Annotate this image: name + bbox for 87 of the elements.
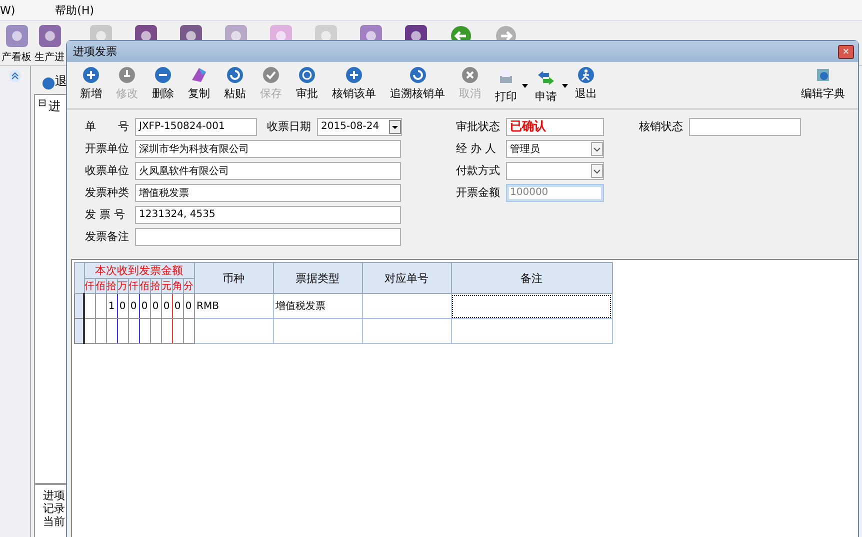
tree-item[interactable]: 进 xyxy=(48,98,60,115)
input-field[interactable]: 火凤凰软件有限公司 xyxy=(135,162,401,180)
toolbar-button[interactable]: 退出 xyxy=(568,64,604,108)
input-field[interactable]: 1231324, 4535 xyxy=(135,206,401,224)
field-label: 开票单位 xyxy=(85,141,130,156)
digit-cell: 0 xyxy=(128,294,139,318)
row-header[interactable] xyxy=(74,318,84,344)
digit-cell: 0 xyxy=(150,294,161,318)
table-cell: 增值税发票 xyxy=(273,294,362,318)
menu-item[interactable]: 帮助(H) xyxy=(55,2,94,18)
digit-cell: 0 xyxy=(183,294,194,318)
status-field[interactable]: 已确认 xyxy=(506,118,604,136)
toolbar-button[interactable]: 核销该单 xyxy=(325,64,383,108)
digit-cell: 0 xyxy=(117,294,128,318)
digit-cell: 0 xyxy=(139,294,150,318)
dropdown-icon[interactable] xyxy=(389,120,401,134)
field-label: 发 票 号 xyxy=(85,207,126,222)
toolbar-button[interactable]: 打印 xyxy=(488,66,524,106)
paper-icon xyxy=(190,66,208,84)
input-field[interactable] xyxy=(135,228,401,246)
input-field[interactable] xyxy=(689,118,801,136)
field-label: 发票种类 xyxy=(85,185,130,200)
field-label: 收票单位 xyxy=(85,163,130,178)
plus-icon xyxy=(82,66,100,84)
expander-icon[interactable]: ⊟ xyxy=(38,98,46,109)
app-icon[interactable] xyxy=(180,25,202,41)
toolbar-button[interactable]: 复制 xyxy=(181,64,217,108)
digit-cell: 0 xyxy=(172,294,183,318)
column-header[interactable]: 对应单号 xyxy=(362,262,451,294)
toolbar-label[interactable]: 生产进 xyxy=(34,50,64,64)
column-header[interactable]: 票据类型 xyxy=(273,262,362,294)
menu-item[interactable]: W) xyxy=(0,4,16,16)
toolbar-button[interactable]: 编辑字典 xyxy=(794,64,852,108)
amount-field[interactable]: 100000 xyxy=(506,184,604,202)
digit-cell: 1 xyxy=(106,294,117,318)
toolbar-button[interactable]: 申请 xyxy=(528,66,564,106)
collapse-icon[interactable] xyxy=(9,70,21,82)
select-field[interactable] xyxy=(506,162,604,180)
digit-cell: 0 xyxy=(161,294,172,318)
column-header: 本次收到发票金额 xyxy=(84,262,194,278)
app-icon[interactable] xyxy=(90,25,112,41)
caret-icon[interactable] xyxy=(562,84,568,88)
column-header[interactable]: 备注 xyxy=(451,262,612,294)
caret-icon[interactable] xyxy=(522,84,528,88)
target-icon xyxy=(298,66,316,84)
info-text: 当前 xyxy=(43,515,66,528)
info-text: 进项 xyxy=(43,489,66,502)
toolbar-button[interactable]: 追溯核销单 xyxy=(383,64,452,108)
column-header[interactable]: 币种 xyxy=(194,262,273,294)
row-header[interactable] xyxy=(74,294,84,318)
input-field[interactable]: JXFP-150824-001 xyxy=(135,118,257,136)
app-icon[interactable] xyxy=(38,25,60,47)
app-icon[interactable] xyxy=(404,25,426,41)
toolbar-button[interactable]: 删除 xyxy=(145,64,181,108)
close-button[interactable]: × xyxy=(838,44,854,58)
input-field[interactable]: 增值税发票 xyxy=(135,184,401,202)
date-field[interactable]: 2015-08-24 xyxy=(317,118,402,136)
toolbar-label[interactable]: 产看板 xyxy=(2,50,32,64)
field-label: 单 号 xyxy=(85,119,130,134)
toolbar-button[interactable]: 新增 xyxy=(73,64,109,108)
close-icon xyxy=(461,66,479,84)
field-label: 经 办 人 xyxy=(456,141,497,156)
field-label: 收票日期 xyxy=(267,119,312,134)
field-label: 发票备注 xyxy=(85,229,130,244)
input-field[interactable]: 深圳市华为科技有限公司 xyxy=(135,140,401,158)
minus-icon xyxy=(154,66,172,84)
select-field[interactable]: 管理员 xyxy=(506,140,604,158)
field-label: 审批状态 xyxy=(456,119,501,134)
app-icon[interactable] xyxy=(134,25,156,41)
check-icon xyxy=(262,66,280,84)
refresh-icon xyxy=(226,66,244,84)
plus-icon xyxy=(345,66,363,84)
app-icon[interactable] xyxy=(360,25,382,41)
refresh-icon xyxy=(408,66,426,84)
app-icon[interactable] xyxy=(314,25,336,41)
field-label: 核销状态 xyxy=(639,119,684,134)
field-label: 付款方式 xyxy=(456,163,501,178)
arrows-icon xyxy=(537,68,555,86)
table-cell: RMB xyxy=(194,294,273,318)
app-icon[interactable] xyxy=(224,25,246,41)
info-text: 记录 xyxy=(43,502,66,515)
app-icon[interactable] xyxy=(270,25,292,41)
window-title: 进项发票 xyxy=(73,44,117,59)
toolbar-button[interactable]: 审批 xyxy=(289,64,325,108)
toolbar-button[interactable]: 粘贴 xyxy=(217,64,253,108)
exit-label[interactable]: 退 xyxy=(55,73,67,90)
field-label: 开票金额 xyxy=(456,185,501,200)
